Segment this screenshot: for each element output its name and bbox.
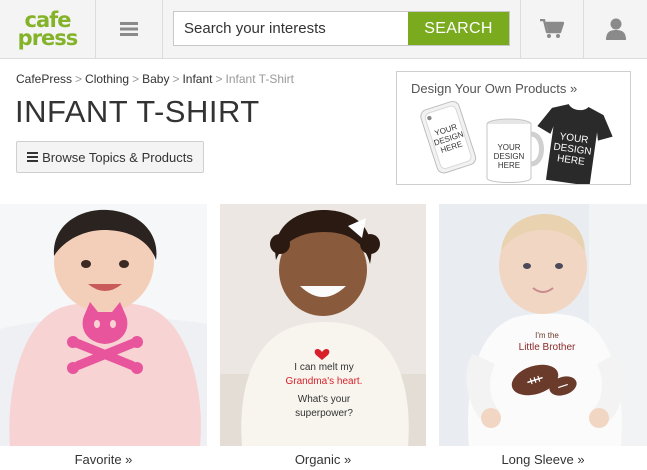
- site-header: cafe press SEARCH: [0, 0, 647, 59]
- hamburger-menu-icon: [120, 22, 138, 36]
- account-button[interactable]: [584, 0, 647, 58]
- header-divider: [162, 0, 163, 58]
- user-icon: [605, 18, 626, 40]
- search-bar: SEARCH: [173, 11, 510, 46]
- shirt-text-line2: Little Brother: [519, 342, 576, 353]
- promo-product-image: YOUR DESIGN HERE YOUR DESIGN HERE YOUR D…: [420, 100, 613, 184]
- product-tile-organic[interactable]: I can melt my Grandma's heart. What's yo…: [220, 204, 426, 446]
- svg-text:HERE: HERE: [498, 161, 520, 170]
- shirt-text-line2: Grandma's heart.: [286, 376, 363, 387]
- cafepress-logo[interactable]: cafe press: [0, 0, 95, 58]
- breadcrumb: CafePress > Clothing > Baby > Infant > Infant T-…: [16, 72, 294, 86]
- product-label-organic[interactable]: Organic »: [220, 452, 426, 467]
- breadcrumb-link-infant[interactable]: Infant: [182, 72, 212, 86]
- product-tile-long-sleeve[interactable]: I'm the Little Brother: [439, 204, 647, 446]
- svg-text:DESIGN: DESIGN: [494, 152, 525, 161]
- baby-in-grandma-shirt-photo: I can melt my Grandma's heart. What's yo…: [220, 204, 426, 446]
- list-icon: [27, 152, 39, 162]
- search-input[interactable]: [174, 12, 408, 45]
- browse-topics-button[interactable]: Browse Topics & Products: [16, 141, 204, 173]
- breadcrumb-link-baby[interactable]: Baby: [142, 72, 169, 86]
- cart-icon: [540, 19, 564, 38]
- shirt-text-line3: What's your: [298, 394, 351, 405]
- search-button[interactable]: SEARCH: [408, 12, 509, 45]
- product-label-favorite[interactable]: Favorite »: [0, 452, 207, 467]
- breadcrumb-link-cafepress[interactable]: CafePress: [16, 72, 72, 86]
- product-label-long-sleeve[interactable]: Long Sleeve »: [439, 452, 647, 467]
- breadcrumb-link-clothing[interactable]: Clothing: [85, 72, 129, 86]
- shirt-text-line1: I can melt my: [294, 362, 353, 373]
- baby-in-pink-shirt-photo: [0, 204, 207, 446]
- shirt-text-line4: superpower?: [295, 408, 353, 419]
- cart-button[interactable]: [521, 0, 583, 58]
- shirt-text-line1: I'm the: [535, 331, 559, 340]
- logo-text-bottom: press: [17, 26, 79, 50]
- baby-in-long-sleeve-shirt-photo: I'm the Little Brother: [439, 204, 647, 446]
- breadcrumb-current: Infant T-Shirt: [225, 72, 294, 86]
- browse-topics-label: Browse Topics & Products: [42, 149, 193, 165]
- product-tile-favorite[interactable]: [0, 204, 207, 446]
- page-title: INFANT T-SHIRT: [15, 94, 260, 129]
- design-your-own-promo[interactable]: Design Your Own Products » YOUR DESIGN H…: [396, 71, 631, 185]
- menu-button[interactable]: [96, 0, 162, 58]
- svg-text:YOUR: YOUR: [497, 143, 520, 152]
